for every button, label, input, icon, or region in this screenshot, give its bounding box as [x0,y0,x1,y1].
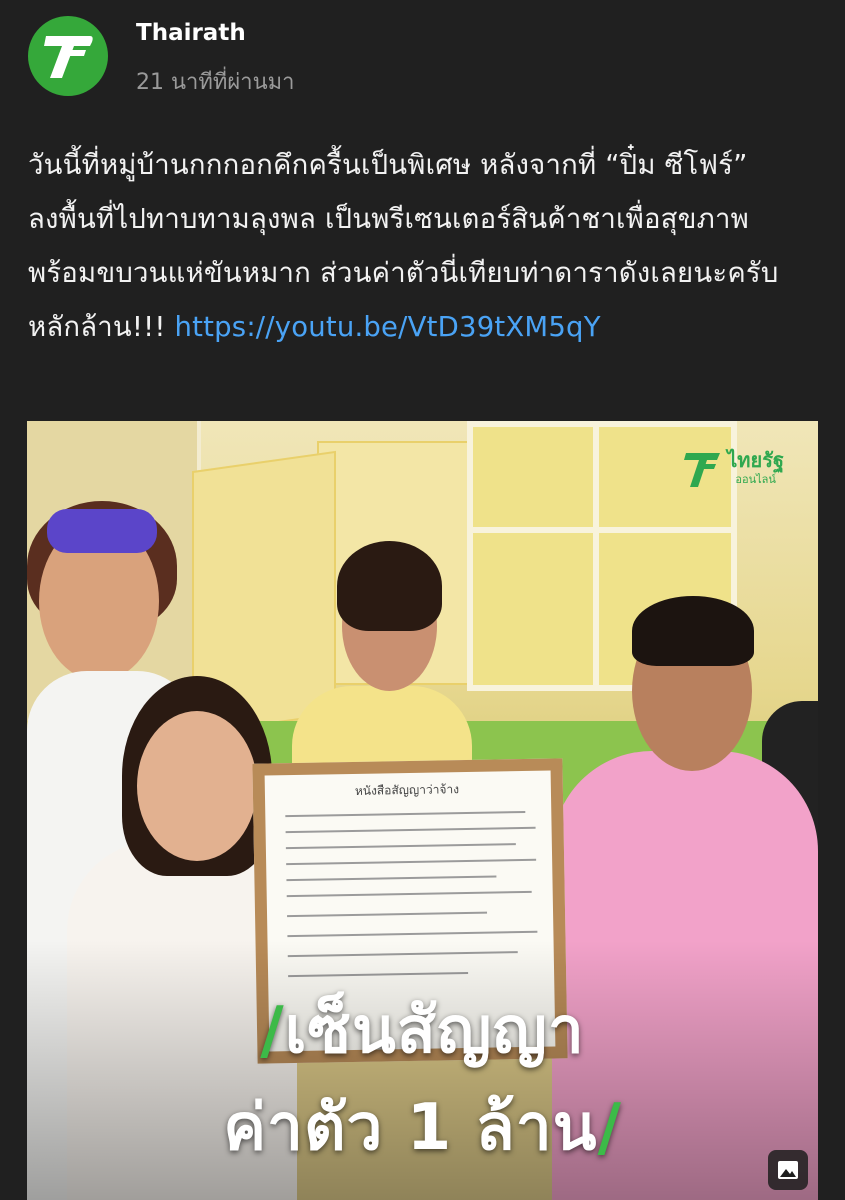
sunglasses [47,509,157,553]
certificate-line [285,843,516,850]
page-avatar[interactable] [28,16,108,96]
watermark-subtext: ออนไลน์ [735,473,776,486]
certificate-line [285,810,526,818]
certificate-line [285,826,536,834]
post-timestamp[interactable]: 21 นาทีที่ผ่านมา [136,64,295,99]
post-text: วันนี้ที่หมู่บ้านกกกอกคึกครื้นเป็นพิเศษ … [28,138,818,354]
certificate-line [286,858,537,866]
certificate-line [287,911,488,918]
post-header: Thairath 21 นาทีที่ผ่านมา [28,16,828,96]
post-link[interactable]: https://youtu.be/VtD39tXM5qY [175,311,601,343]
caption-slash: / [260,994,285,1068]
caption-text-1: เซ็นสัญญา [284,994,585,1068]
image-icon[interactable] [768,1150,808,1190]
certificate-title: หนังสือสัญญาว่าจ้าง [354,782,460,798]
person-man-hair [632,596,754,666]
certificate-line [286,890,532,898]
thairath-logo-icon [44,36,93,78]
caption-text-2: ค่าตัว 1 ล้าน [223,1091,598,1165]
thairath-online-watermark: ไทยรัฐ ออนไลน์ [683,449,784,489]
person-middle-hair [337,541,442,631]
certificate-line [287,930,538,938]
page-name[interactable]: Thairath [136,20,246,46]
post-image[interactable]: หนังสือสัญญาว่าจ้าง ไทยรัฐ ออนไลน์ /เซ็น… [27,421,818,1200]
caption-slash: / [597,1091,622,1165]
caption-line-2: ค่าตัว 1 ล้าน/ [27,1093,818,1163]
caption-line-1: /เซ็นสัญญา [27,996,818,1066]
certificate-line [286,875,497,882]
thairath-t-icon [683,449,723,489]
person-woman-face [137,711,257,861]
watermark-text: ไทยรัฐ [727,448,784,472]
